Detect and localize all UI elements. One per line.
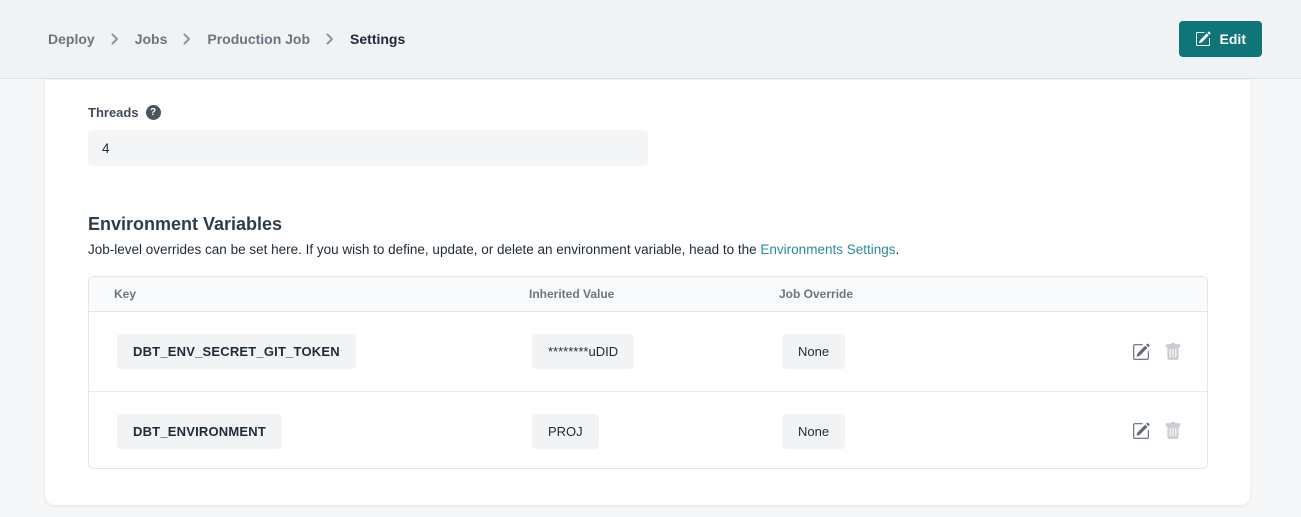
env-var-inherited-value: ********uDID — [532, 334, 634, 369]
chevron-right-icon — [326, 33, 334, 45]
threads-field-label-row: Threads ? — [88, 105, 161, 120]
edit-pencil-icon — [1195, 31, 1211, 47]
environment-variables-table: Key Inherited Value Job Override DBT_ENV… — [88, 276, 1208, 469]
settings-card: Threads ? Environment Variables Job-leve… — [45, 80, 1250, 505]
breadcrumb-item-jobs[interactable]: Jobs — [135, 31, 168, 47]
breadcrumb-item-deploy[interactable]: Deploy — [48, 31, 95, 47]
threads-label: Threads — [88, 105, 139, 120]
column-header-inherited-value: Inherited Value — [529, 287, 779, 301]
env-var-inherited-value: PROJ — [532, 414, 599, 449]
edit-button[interactable]: Edit — [1179, 21, 1262, 57]
threads-input[interactable] — [88, 130, 648, 166]
help-icon[interactable]: ? — [146, 105, 161, 120]
chevron-right-icon — [183, 33, 191, 45]
breadcrumb-item-settings: Settings — [350, 31, 405, 47]
table-header-row: Key Inherited Value Job Override — [89, 277, 1207, 312]
column-header-job-override: Job Override — [779, 287, 1112, 301]
environment-variables-description: Job-level overrides can be set here. If … — [88, 242, 899, 257]
breadcrumb: Deploy Jobs Production Job Settings — [48, 31, 405, 47]
row-edit-icon[interactable] — [1132, 343, 1150, 361]
breadcrumb-item-production-job[interactable]: Production Job — [207, 31, 310, 47]
table-row: DBT_ENV_SECRET_GIT_TOKEN ********uDID No… — [89, 312, 1207, 391]
environment-variables-title: Environment Variables — [88, 214, 282, 235]
row-edit-icon[interactable] — [1132, 422, 1150, 440]
edit-button-label: Edit — [1220, 31, 1246, 47]
column-header-key: Key — [89, 287, 529, 301]
table-row: DBT_ENVIRONMENT PROJ None — [89, 391, 1207, 469]
row-delete-trash-icon[interactable] — [1164, 422, 1182, 440]
env-var-key: DBT_ENV_SECRET_GIT_TOKEN — [117, 334, 356, 369]
chevron-right-icon — [111, 33, 119, 45]
env-var-job-override: None — [782, 414, 845, 449]
top-bar: Deploy Jobs Production Job Settings Edit — [0, 0, 1301, 79]
env-var-key: DBT_ENVIRONMENT — [117, 414, 282, 449]
description-period: . — [896, 242, 900, 257]
environments-settings-link[interactable]: Environments Settings — [760, 242, 895, 257]
env-var-job-override: None — [782, 334, 845, 369]
row-delete-trash-icon[interactable] — [1164, 343, 1182, 361]
description-text: Job-level overrides can be set here. If … — [88, 242, 760, 257]
